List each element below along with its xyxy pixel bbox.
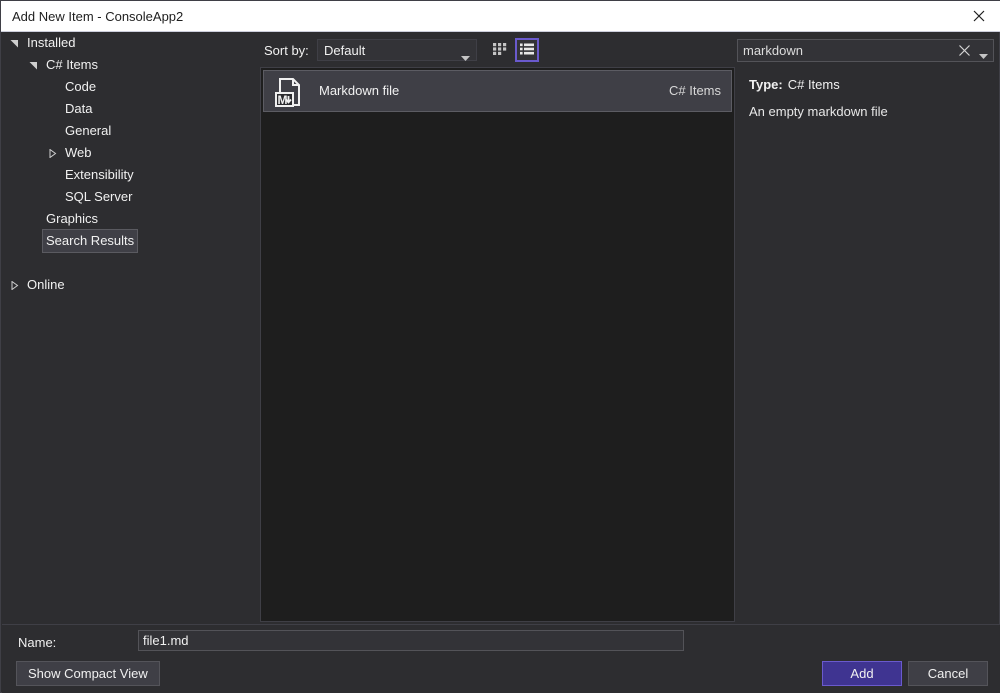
grid-view-icon [492,41,508,60]
categories-tree: InstalledC# ItemsCodeDataGeneralWebExten… [2,32,257,622]
sidebar-item-extensibility[interactable]: Extensibility [2,164,257,186]
clear-icon[interactable] [957,43,971,58]
sidebar-item-installed[interactable]: Installed [2,32,257,54]
sidebar-item-data[interactable]: Data [2,98,257,120]
template-category: C# Items [669,83,721,98]
sidebar-item-label: Code [62,76,99,98]
add-new-item-dialog: Add New Item - ConsoleApp2 InstalledC# I… [0,0,1000,693]
expander-collapsed-icon[interactable] [8,274,20,296]
sidebar-item-label: SQL Server [62,186,135,208]
show-compact-view-button[interactable]: Show Compact View [16,661,160,686]
sidebar-item-web[interactable]: Web [2,142,257,164]
close-button[interactable] [956,1,1000,31]
sidebar-item-label: Web [62,142,95,164]
close-icon [973,10,985,22]
sidebar-item-label: Graphics [43,208,101,230]
sidebar-item-search-results[interactable]: Search Results [2,230,257,252]
chevron-down-icon [461,49,470,64]
list-view-toggle[interactable] [515,38,539,62]
sidebar-item-label: Data [62,98,95,120]
detail-type-row: Type: C# Items [749,77,840,92]
detail-type-label: Type: [749,77,783,92]
sidebar-item-label: Installed [24,32,78,54]
title-bar: Add New Item - ConsoleApp2 [1,1,1000,32]
search-box[interactable] [737,39,994,62]
sidebar-item-label: Search Results [43,230,137,252]
cancel-button[interactable]: Cancel [908,661,988,686]
search-input[interactable] [743,43,943,58]
sidebar-item-label: C# Items [43,54,101,76]
expander-expanded-icon[interactable] [27,54,39,76]
templates-list[interactable]: M Markdown file C# Items [260,67,735,622]
detail-description: An empty markdown file [749,103,987,120]
name-input[interactable] [138,630,684,651]
sidebar-item-c-items[interactable]: C# Items [2,54,257,76]
markdown-file-icon: M [273,76,305,108]
sidebar-item-label: Extensibility [62,164,137,186]
sidebar-item-graphics[interactable]: Graphics [2,208,257,230]
sidebar-item-code[interactable]: Code [2,76,257,98]
sort-by-value: Default [324,43,365,58]
footer-bar: Name: Show Compact View Add Cancel [2,625,1000,693]
template-title: Markdown file [319,83,399,98]
sidebar-item-label: General [62,120,114,142]
sort-by-label: Sort by: [264,43,309,58]
list-view-icon [519,41,535,60]
sidebar-spacer [2,252,257,274]
sidebar-item-general[interactable]: General [2,120,257,142]
sidebar-item-sql-server[interactable]: SQL Server [2,186,257,208]
details-panel: Type: C# Items An empty markdown file [741,71,993,621]
name-label: Name: [18,635,56,650]
sort-by-select[interactable]: Default [317,39,477,61]
window-title: Add New Item - ConsoleApp2 [12,9,183,24]
expander-collapsed-icon[interactable] [46,142,58,164]
sidebar-item-online[interactable]: Online [2,274,257,296]
sidebar-item-label: Online [24,274,68,296]
detail-type-value: C# Items [788,77,840,92]
tile-view-toggle[interactable] [488,38,512,62]
add-button[interactable]: Add [822,661,902,686]
chevron-down-icon[interactable] [979,47,988,62]
expander-expanded-icon[interactable] [8,32,20,54]
template-list-item[interactable]: M Markdown file C# Items [263,70,732,112]
